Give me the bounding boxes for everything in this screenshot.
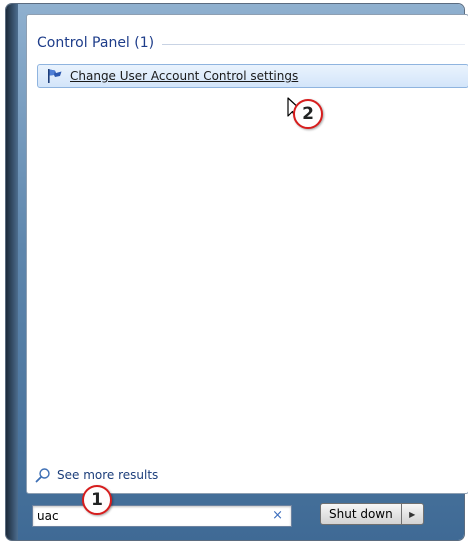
search-input[interactable]	[33, 506, 263, 526]
section-divider	[162, 43, 465, 45]
start-menu-frame: Control Panel (1) Change User Account Co…	[6, 4, 468, 540]
search-results-pane: Control Panel (1) Change User Account Co…	[26, 14, 468, 494]
results-section-header: Control Panel (1)	[37, 35, 465, 51]
shutdown-button[interactable]: Shut down	[320, 503, 402, 525]
see-more-results-link[interactable]: See more results	[35, 467, 158, 483]
search-box[interactable]: ×	[32, 505, 292, 527]
magnifier-icon	[35, 468, 50, 483]
see-more-label: See more results	[57, 468, 159, 482]
uac-flag-icon	[48, 69, 62, 83]
result-item-change-uac-settings[interactable]: Change User Account Control settings	[37, 64, 468, 88]
section-title: Control Panel (1)	[37, 35, 155, 51]
clear-search-icon[interactable]: ×	[272, 508, 283, 524]
frame-edge	[6, 4, 18, 540]
callout-1: 1	[82, 485, 112, 515]
result-item-label: Change User Account Control settings	[70, 69, 299, 83]
shutdown-options-arrow-icon[interactable]: ▶	[401, 503, 424, 525]
callout-2: 2	[293, 99, 323, 129]
shutdown-group: Shut down ▶	[320, 503, 424, 525]
